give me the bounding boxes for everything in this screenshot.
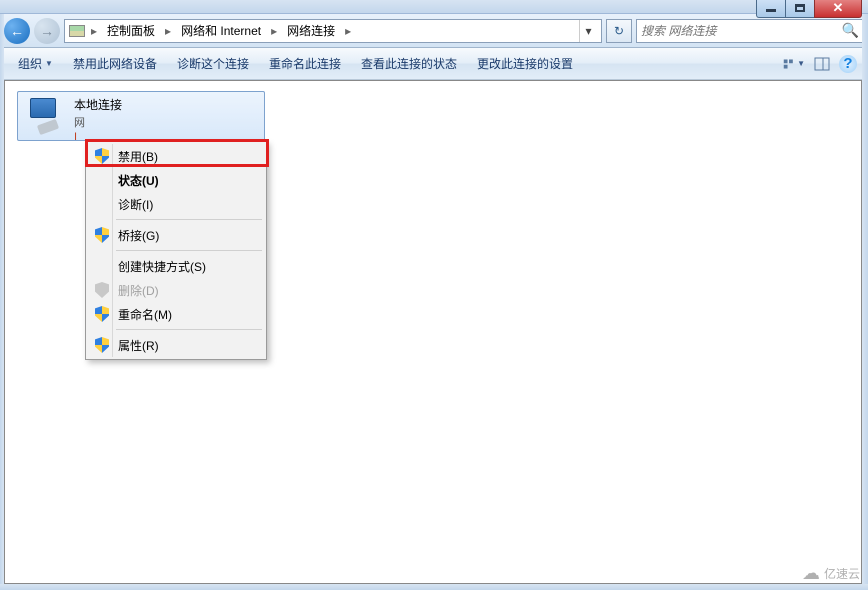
shield-icon bbox=[93, 336, 111, 354]
connection-item[interactable]: 本地连接 网 I bbox=[17, 91, 265, 141]
shield-icon bbox=[93, 305, 111, 323]
title-bar[interactable]: ✕ bbox=[0, 0, 868, 14]
connection-line2: 网 bbox=[74, 114, 122, 130]
content-area[interactable]: 本地连接 网 I 禁用(B) 状态(U) 诊断(I) 桥接(G) 创建快捷方式(… bbox=[4, 80, 862, 584]
ctx-disable[interactable]: 禁用(B) bbox=[88, 144, 264, 168]
ctx-diagnose[interactable]: 诊断(I) bbox=[88, 192, 264, 216]
shield-icon bbox=[93, 281, 111, 299]
shield-icon bbox=[93, 226, 111, 244]
ctx-delete: 删除(D) bbox=[88, 278, 264, 302]
shield-icon bbox=[93, 147, 111, 165]
ctx-status[interactable]: 状态(U) bbox=[88, 168, 264, 192]
chrome-right bbox=[862, 14, 868, 590]
cloud-icon: ☁ bbox=[802, 563, 820, 584]
watermark: ☁ 亿速云 bbox=[802, 563, 860, 584]
close-button[interactable]: ✕ bbox=[814, 0, 862, 18]
maximize-button[interactable] bbox=[785, 0, 815, 18]
window-controls: ✕ bbox=[757, 0, 862, 18]
menu-separator bbox=[116, 219, 262, 220]
menu-separator bbox=[116, 329, 262, 330]
menu-separator bbox=[116, 250, 262, 251]
network-adapter-icon bbox=[24, 96, 66, 136]
context-menu: 禁用(B) 状态(U) 诊断(I) 桥接(G) 创建快捷方式(S) 删除(D) … bbox=[85, 141, 267, 360]
ctx-bridge[interactable]: 桥接(G) bbox=[88, 223, 264, 247]
minimize-button[interactable] bbox=[756, 0, 786, 18]
ctx-rename[interactable]: 重命名(M) bbox=[88, 302, 264, 326]
ctx-shortcut[interactable]: 创建快捷方式(S) bbox=[88, 254, 264, 278]
ctx-properties[interactable]: 属性(R) bbox=[88, 333, 264, 357]
connection-name: 本地连接 bbox=[74, 96, 122, 113]
chrome-bottom bbox=[0, 584, 868, 590]
